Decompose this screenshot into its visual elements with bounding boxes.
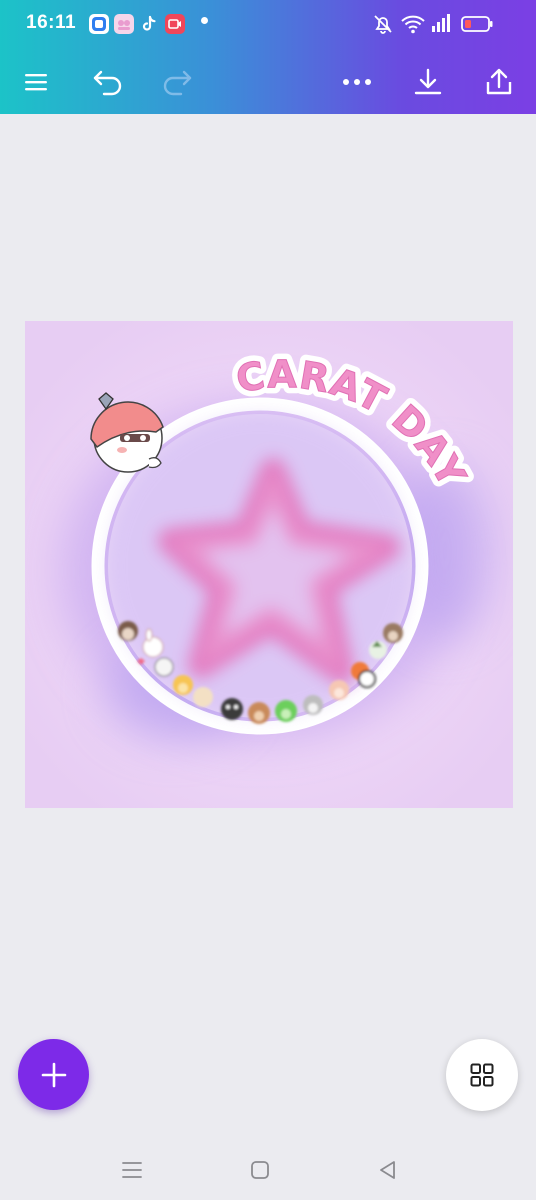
redo-icon [163, 70, 192, 96]
redo-button[interactable] [155, 60, 199, 104]
add-element-button[interactable] [18, 1039, 89, 1110]
app-icon-pink [114, 14, 134, 34]
battery-icon [460, 12, 494, 41]
menu-button[interactable] [14, 60, 58, 104]
mute-icon [371, 12, 395, 41]
notification-dot [201, 17, 208, 24]
app-icon-blue [89, 14, 109, 34]
recents-button[interactable] [116, 1154, 148, 1186]
undo-icon [93, 70, 122, 96]
pages-grid-button[interactable] [446, 1039, 518, 1111]
wifi-icon [400, 12, 426, 41]
share-icon [486, 68, 512, 95]
signal-icon [430, 12, 452, 41]
screen-recorder-icon [165, 14, 185, 34]
menu-icon [25, 74, 47, 91]
more-icon [343, 79, 371, 85]
home-button[interactable] [244, 1154, 276, 1186]
back-icon [380, 1161, 395, 1179]
undo-button[interactable] [86, 60, 130, 104]
plus-icon [41, 1062, 66, 1087]
back-button[interactable] [372, 1154, 404, 1186]
status-time: 16:11 [26, 12, 77, 33]
tiktok-icon [139, 14, 159, 34]
design-canvas[interactable]: CARAT DAY CARAT DAY [25, 321, 513, 808]
editor-toolbar [0, 48, 536, 114]
grid-icon [470, 1063, 494, 1087]
status-bar: 16:11 [0, 0, 536, 48]
download-button[interactable] [406, 60, 450, 104]
system-navigation-bar [0, 1140, 536, 1200]
app-header: 16:11 [0, 0, 536, 114]
download-icon [414, 68, 442, 95]
share-button[interactable] [477, 60, 521, 104]
home-icon [251, 1161, 269, 1179]
recents-icon [122, 1162, 142, 1178]
more-button[interactable] [335, 60, 379, 104]
design-artwork: CARAT DAY CARAT DAY [25, 321, 513, 808]
